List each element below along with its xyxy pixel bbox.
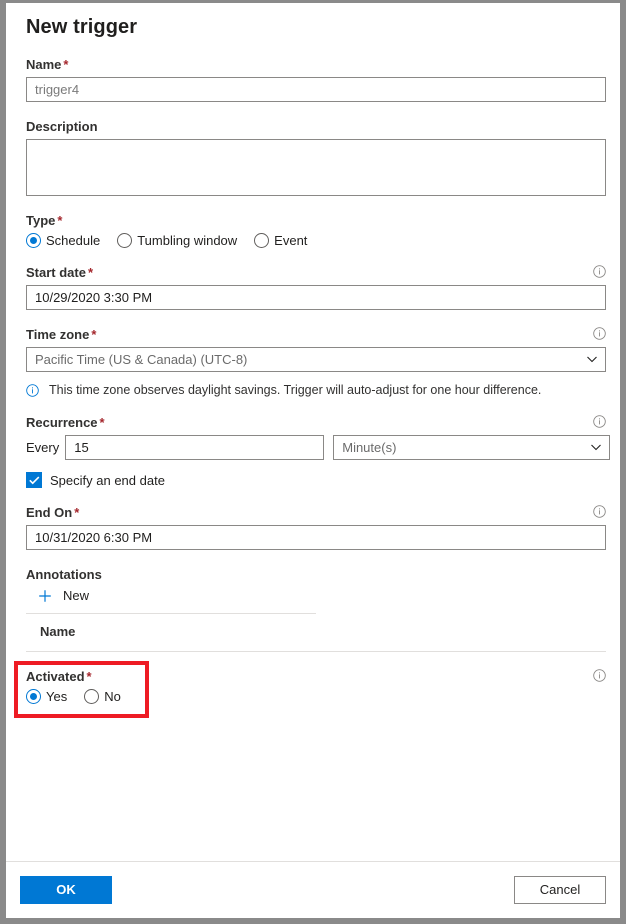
panel-footer: OK Cancel	[6, 861, 620, 918]
start-date-label: Start date *	[26, 264, 606, 281]
end-on-label-text: End On	[26, 505, 73, 520]
type-radio-event[interactable]: Event	[254, 233, 307, 248]
name-label-text: Name	[26, 57, 62, 72]
type-radio-schedule[interactable]: Schedule	[26, 233, 100, 248]
activated-radio-yes-label: Yes	[46, 689, 68, 704]
activated-label: Activated *	[26, 668, 606, 685]
end-on-input[interactable]: 10/31/2020 6:30 PM	[26, 525, 606, 550]
info-circle-icon[interactable]	[593, 505, 606, 518]
radio-mark-icon	[254, 233, 270, 248]
panel-body: New trigger Name * trigger4 Description T…	[6, 3, 620, 861]
recurrence-row: Every 15 Minute(s)	[26, 435, 611, 460]
activated-label-text: Activated	[26, 669, 85, 684]
end-on-label: End On *	[26, 504, 606, 521]
type-field-group: Type * Schedule Tumbling window Event	[26, 212, 606, 248]
info-circle-icon[interactable]	[593, 669, 606, 682]
activated-required-asterisk: *	[86, 669, 92, 684]
type-radio-schedule-label: Schedule	[46, 233, 101, 248]
end-on-required-asterisk: *	[74, 505, 80, 520]
activated-radio-yes[interactable]: Yes	[26, 689, 67, 704]
type-radio-tumbling-window-label: Tumbling window	[137, 233, 238, 248]
description-textarea[interactable]	[26, 139, 606, 196]
description-field-group: Description	[26, 118, 606, 196]
type-radio-tumbling-window[interactable]: Tumbling window	[117, 233, 237, 248]
info-circle-icon[interactable]	[593, 265, 606, 278]
type-label: Type *	[26, 212, 606, 229]
annotations-label: Annotations	[26, 567, 102, 582]
recurrence-interval-input[interactable]: 15	[65, 435, 325, 460]
time-zone-required-asterisk: *	[91, 327, 97, 342]
radio-mark-icon	[26, 233, 41, 248]
activated-radio-no[interactable]: No	[84, 689, 121, 704]
page-title: New trigger	[26, 16, 138, 38]
annotations-new-button[interactable]: New	[38, 588, 89, 603]
recurrence-every-label: Every	[26, 440, 60, 455]
info-circle-icon[interactable]	[593, 327, 606, 340]
time-zone-select[interactable]: Pacific Time (US & Canada) (UTC-8)	[26, 347, 606, 372]
check-icon	[26, 472, 42, 488]
specify-end-date-checkbox[interactable]: Specify an end date	[26, 472, 606, 488]
annotations-new-label: New	[63, 588, 90, 603]
recurrence-label-text: Recurrence	[26, 415, 98, 430]
activated-radio-no-label: No	[104, 689, 121, 704]
annotations-section: Annotations New Name	[26, 567, 606, 652]
cancel-button[interactable]: Cancel	[514, 876, 606, 904]
type-label-text: Type	[26, 213, 56, 228]
name-label: Name *	[26, 56, 606, 73]
activated-radio-group: Yes No	[26, 689, 606, 704]
name-input[interactable]: trigger4	[26, 77, 606, 102]
specify-end-date-label: Specify an end date	[50, 472, 165, 488]
time-zone-note-text: This time zone observes daylight savings…	[49, 383, 542, 397]
recurrence-unit-value: Minute(s)	[333, 435, 611, 460]
time-zone-select-value: Pacific Time (US & Canada) (UTC-8)	[26, 347, 606, 372]
info-circle-icon	[26, 384, 39, 397]
recurrence-required-asterisk: *	[99, 415, 105, 430]
activated-inner: Activated * Yes No	[26, 652, 606, 704]
recurrence-label: Recurrence *	[26, 414, 606, 431]
end-on-field-group: End On * 10/31/2020 6:30 PM	[26, 504, 606, 550]
recurrence-unit-select[interactable]: Minute(s)	[333, 435, 611, 460]
name-required-asterisk: *	[63, 57, 69, 72]
radio-mark-icon	[84, 689, 100, 704]
time-zone-label: Time zone *	[26, 326, 606, 343]
type-radio-group: Schedule Tumbling window Event	[26, 233, 606, 248]
info-circle-icon[interactable]	[593, 415, 606, 428]
time-zone-note: This time zone observes daylight savings…	[26, 383, 606, 398]
plus-icon	[38, 589, 52, 603]
description-label: Description	[26, 119, 98, 134]
start-date-label-text: Start date	[26, 265, 86, 280]
radio-mark-icon	[26, 689, 41, 704]
radio-mark-icon	[117, 233, 133, 248]
type-radio-event-label: Event	[274, 233, 308, 248]
start-date-required-asterisk: *	[87, 265, 94, 280]
time-zone-field-group: Time zone * Pacific Time (US & Canada) (U…	[26, 326, 606, 398]
name-field-group: Name * trigger4	[26, 56, 606, 102]
annotations-column-header-name: Name	[40, 624, 76, 639]
start-date-input[interactable]: 10/29/2020 3:30 PM	[26, 285, 606, 310]
time-zone-label-text: Time zone	[26, 327, 90, 342]
ok-button[interactable]: OK	[20, 876, 112, 904]
start-date-field-group: Start date * 10/29/2020 3:30 PM	[26, 264, 606, 310]
type-required-asterisk: *	[57, 213, 63, 228]
new-trigger-panel: New trigger Name * trigger4 Description T…	[6, 3, 620, 918]
recurrence-field-group: Recurrence * Every 15 Minute(s)	[26, 414, 611, 460]
activated-section: Activated * Yes No	[14, 652, 606, 718]
